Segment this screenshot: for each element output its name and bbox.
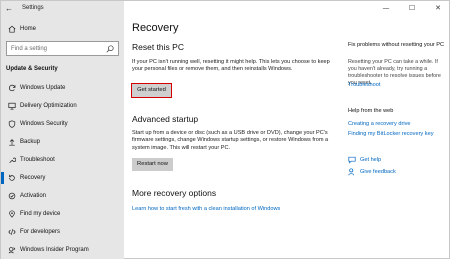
back-arrow-icon[interactable]: ←: [5, 4, 15, 14]
sidebar-item-windows-update[interactable]: Windows Update: [1, 80, 124, 96]
sidebar-item-label: Windows Insider Program: [20, 247, 89, 253]
sidebar-item-label: Delivery Optimization: [20, 103, 77, 109]
sidebar-item-label: Windows Security: [20, 121, 68, 127]
sidebar-item-activation[interactable]: Activation: [1, 188, 124, 204]
search-input[interactable]: Find a setting: [11, 45, 47, 53]
activation-icon: [8, 192, 16, 200]
sidebar-item-recovery[interactable]: Recovery: [1, 170, 124, 186]
search-box[interactable]: Find a setting: [6, 41, 119, 56]
reset-heading: Reset this PC: [132, 42, 184, 52]
sidebar-item-for-developers[interactable]: For developers: [1, 224, 124, 240]
troubleshoot-link[interactable]: Troubleshoot: [348, 81, 380, 89]
recovery-icon: [9, 174, 15, 181]
sidebar-item-windows-insider-program[interactable]: Windows Insider Program: [1, 242, 124, 258]
search-icon: [106, 45, 114, 53]
chat-help-icon: [348, 156, 356, 164]
insider-icon: [8, 247, 16, 254]
bitlocker-key-link[interactable]: Finding my BitLocker recovery key: [348, 130, 434, 138]
sidebar-item-troubleshoot[interactable]: Troubleshoot: [1, 152, 124, 168]
reset-description: If your PC isn't running well, resetting…: [132, 59, 330, 73]
recovery-drive-link[interactable]: Creating a recovery drive: [348, 120, 411, 128]
sidebar-item-label: Recovery: [20, 175, 46, 181]
sidebar: Home Find a setting Update & Security Wi…: [1, 1, 124, 259]
sidebar-item-find-my-device[interactable]: Find my device: [1, 206, 124, 222]
sidebar-item-backup[interactable]: Backup: [1, 134, 124, 150]
sidebar-item-label: Troubleshoot: [20, 157, 55, 163]
page-title: Recovery: [132, 22, 179, 34]
restart-now-button[interactable]: Restart now: [132, 158, 173, 171]
window-title: Settings: [22, 5, 44, 11]
sidebar-item-label: Backup: [20, 139, 41, 145]
advanced-startup-heading: Advanced startup: [132, 114, 199, 124]
feedback-icon: [348, 168, 354, 176]
fix-problems-heading: Fix problems without resetting your PC: [348, 42, 445, 48]
shield-icon: [8, 120, 16, 128]
help-heading: Help from the web: [348, 108, 394, 114]
main-content: Recovery Reset this PC If your PC isn't …: [124, 1, 450, 259]
sync-icon: [8, 84, 16, 92]
home-link[interactable]: Home: [1, 21, 124, 37]
sidebar-item-label: Windows Update: [20, 85, 66, 91]
developer-icon: [8, 229, 16, 235]
get-help-label: Get help: [360, 157, 382, 163]
advanced-startup-description: Start up from a device or disc (such as …: [132, 130, 329, 151]
give-feedback-label: Give feedback: [360, 169, 396, 175]
settings-window: Home Find a setting Update & Security Wi…: [0, 0, 450, 259]
sidebar-item-label: For developers: [20, 229, 61, 235]
sidebar-item-label: Activation: [20, 193, 47, 199]
sidebar-item-label: Find my device: [20, 211, 61, 217]
more-recovery-heading: More recovery options: [132, 188, 217, 198]
get-started-button[interactable]: Get started: [131, 83, 172, 98]
backup-icon: [9, 139, 15, 146]
home-icon: [8, 25, 16, 33]
delivery-optimization-icon: [8, 102, 16, 110]
clean-install-link[interactable]: Learn how to start fresh with a clean in…: [132, 205, 280, 213]
wrench-icon: [9, 157, 16, 164]
section-title: Update & Security: [6, 66, 58, 72]
sidebar-item-windows-security[interactable]: Windows Security: [1, 116, 124, 132]
sidebar-item-delivery-optimization[interactable]: Delivery Optimization: [1, 98, 124, 114]
home-label: Home: [20, 26, 37, 32]
find-device-icon: [9, 210, 15, 218]
